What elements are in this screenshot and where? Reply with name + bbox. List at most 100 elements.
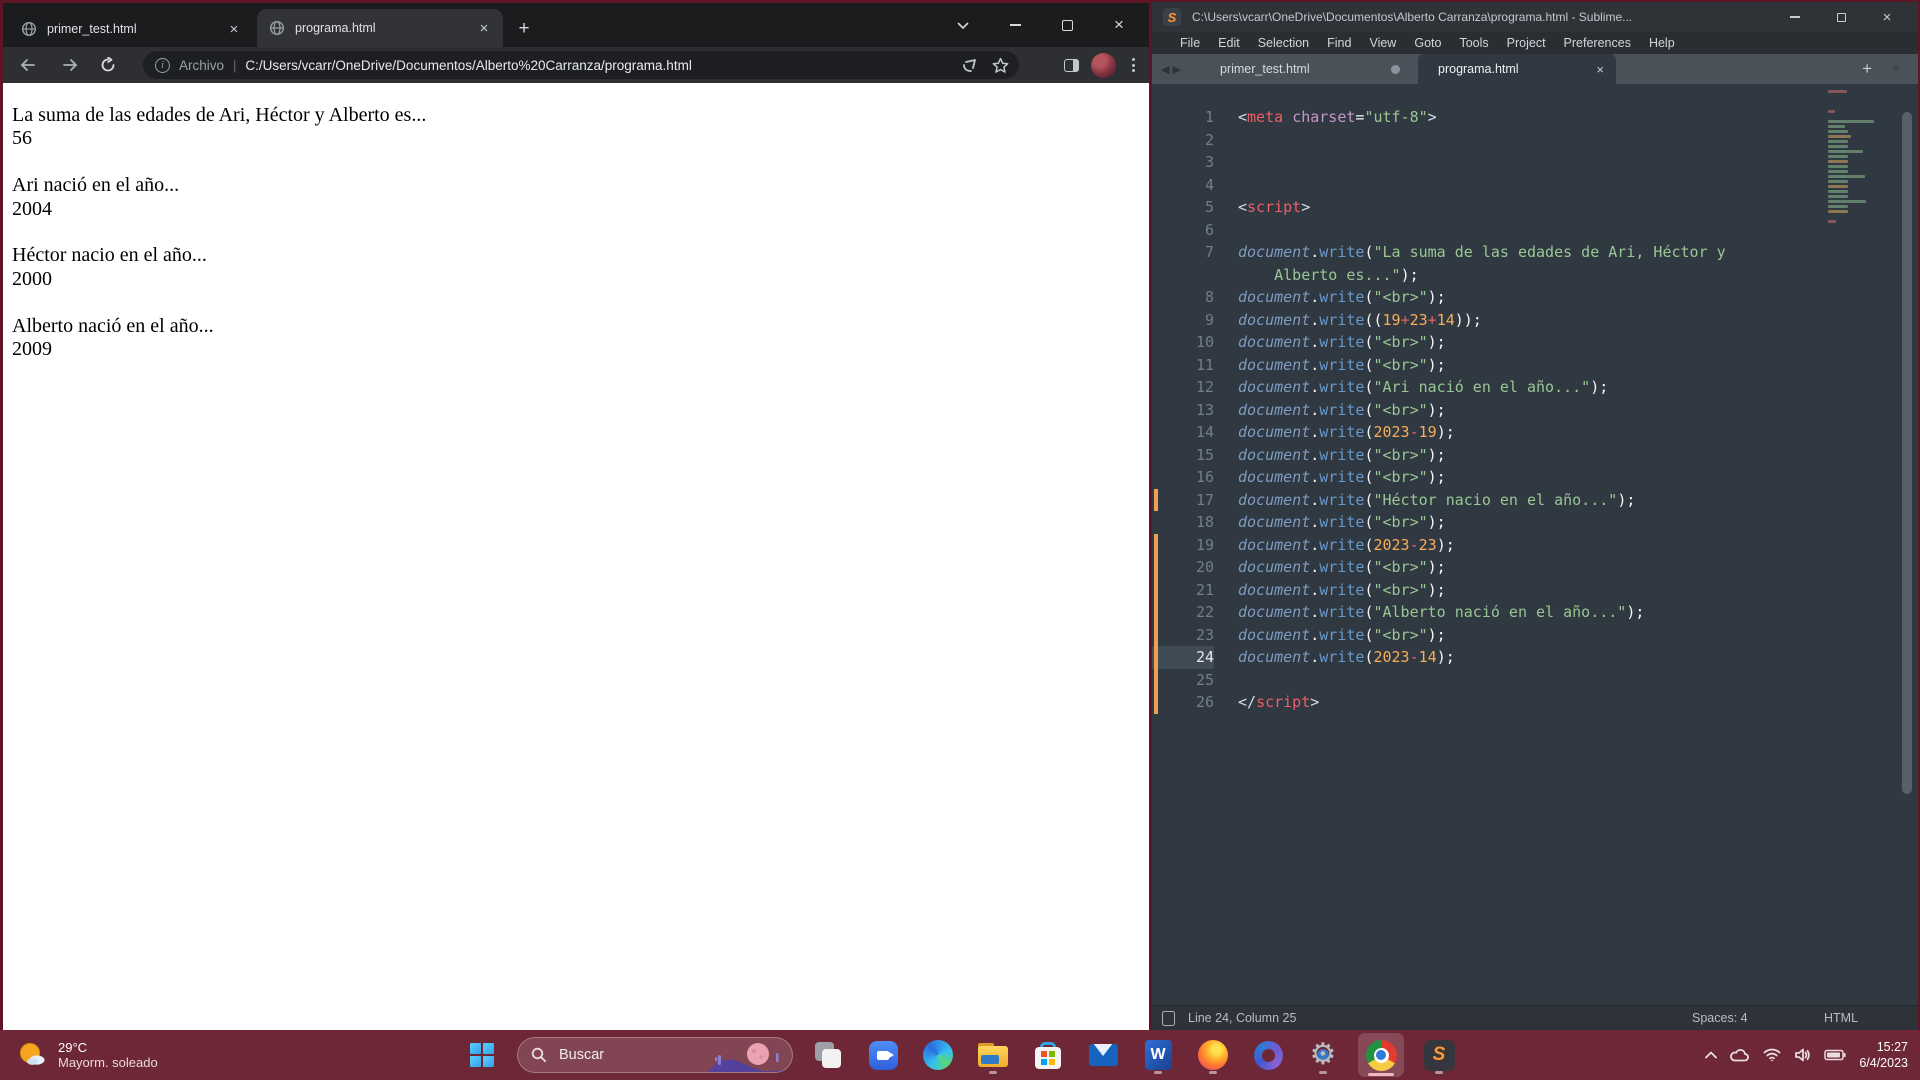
url-text[interactable]: C:/Users/vcarr/OneDrive/Documentos/Alber…: [245, 58, 691, 73]
line-number: 10: [1195, 333, 1214, 351]
browser-toolbar: i Archivo | C:/Users/vcarr/OneDrive/Docu…: [3, 47, 1149, 83]
code-line-4[interactable]: 4: [1152, 174, 1918, 197]
code-line-3[interactable]: 3: [1152, 151, 1918, 174]
volume-icon[interactable]: [1794, 1048, 1811, 1062]
modified-line-marker: [1154, 623, 1158, 646]
tab-close-icon[interactable]: ×: [225, 20, 243, 38]
bookmark-star-icon[interactable]: [992, 57, 1009, 74]
code-line-22[interactable]: 22 document.write("Alberto nació en el añ…: [1152, 601, 1918, 624]
code-line-26[interactable]: 26 </script>: [1152, 691, 1918, 714]
code-line-25[interactable]: 25: [1152, 668, 1918, 691]
browser-minimize-button[interactable]: [989, 3, 1041, 47]
tab-search-chevron-icon[interactable]: [937, 3, 989, 47]
menu-find[interactable]: Find: [1318, 36, 1360, 50]
sublime-minimize-button[interactable]: [1772, 2, 1818, 32]
sublime-button[interactable]: S: [1419, 1035, 1459, 1075]
browser-maximize-button[interactable]: [1041, 3, 1093, 47]
new-tab-button[interactable]: +: [511, 16, 537, 42]
menu-tools[interactable]: Tools: [1450, 36, 1497, 50]
menu-goto[interactable]: Goto: [1405, 36, 1450, 50]
tab-next-icon[interactable]: ▶: [1172, 63, 1180, 76]
code-line-7[interactable]: 7 document.write("La suma de las edades d…: [1152, 241, 1918, 286]
tab-prev-icon[interactable]: ◀: [1161, 63, 1169, 76]
code-editor[interactable]: 1 <meta charset="utf-8"> 2 3 4 5 <script> 6 7 doc…: [1152, 84, 1918, 1005]
code-line-14[interactable]: 14 document.write(2023-19);: [1152, 421, 1918, 444]
share-icon[interactable]: [961, 57, 978, 74]
menu-project[interactable]: Project: [1498, 36, 1555, 50]
sublime-tab-programa[interactable]: programa.html ×: [1418, 54, 1616, 84]
code-line-11[interactable]: 11 document.write("<br>");: [1152, 354, 1918, 377]
browser-menu-icon[interactable]: [1128, 54, 1139, 76]
start-button[interactable]: [462, 1035, 502, 1075]
screen: primer_test.html × programa.html × + × i…: [0, 0, 1920, 1080]
chat-button[interactable]: [863, 1035, 903, 1075]
sublime-close-button[interactable]: ×: [1864, 2, 1910, 32]
code-line-6[interactable]: 6: [1152, 219, 1918, 242]
reload-button[interactable]: [93, 50, 123, 80]
indentation-setting[interactable]: Spaces: 4: [1692, 1011, 1748, 1025]
menu-edit[interactable]: Edit: [1209, 36, 1249, 50]
page-info-icon[interactable]: i: [155, 57, 170, 73]
browser-close-button[interactable]: ×: [1093, 3, 1145, 47]
tab-close-icon[interactable]: ×: [1596, 62, 1604, 77]
clock-widget[interactable]: 15:27 6/4/2023: [1859, 1039, 1908, 1071]
microsoft-store-button[interactable]: [1028, 1035, 1068, 1075]
menu-selection[interactable]: Selection: [1249, 36, 1318, 50]
word-button[interactable]: W: [1138, 1035, 1178, 1075]
code-line-9[interactable]: 9 document.write((19+23+14));: [1152, 309, 1918, 332]
code-line-10[interactable]: 10 document.write("<br>");: [1152, 331, 1918, 354]
file-explorer-button[interactable]: [973, 1035, 1013, 1075]
code-line-23[interactable]: 23 document.write("<br>");: [1152, 623, 1918, 646]
code-line-19[interactable]: 19 document.write(2023-23);: [1152, 533, 1918, 556]
code-line-24[interactable]: 24 document.write(2023-14);: [1152, 646, 1918, 669]
code-line-2[interactable]: 2: [1152, 129, 1918, 152]
menu-file[interactable]: File: [1171, 36, 1209, 50]
code-line-21[interactable]: 21 document.write("<br>");: [1152, 578, 1918, 601]
code-line-13[interactable]: 13 document.write("<br>");: [1152, 399, 1918, 422]
wifi-icon[interactable]: [1763, 1048, 1781, 1062]
browser-tab-programa[interactable]: programa.html ×: [257, 9, 503, 47]
code-line-16[interactable]: 16 document.write("<br>");: [1152, 466, 1918, 489]
back-button[interactable]: [13, 50, 43, 80]
sublime-tab-primer-test[interactable]: primer_test.html: [1190, 54, 1416, 84]
tab-close-icon[interactable]: ×: [475, 19, 493, 37]
menu-preferences[interactable]: Preferences: [1555, 36, 1640, 50]
menu-view[interactable]: View: [1360, 36, 1405, 50]
code-line-18[interactable]: 18 document.write("<br>");: [1152, 511, 1918, 534]
code-text: document.write("<br>");: [1238, 400, 1446, 419]
search-box[interactable]: Buscar: [517, 1037, 793, 1073]
editor-scrollbar[interactable]: [1902, 112, 1912, 794]
new-file-button[interactable]: +: [1862, 54, 1872, 84]
code-line-17[interactable]: 17 document.write("Héctor nacio en el año…: [1152, 488, 1918, 511]
code-line-1[interactable]: 1 <meta charset="utf-8">: [1152, 106, 1918, 129]
weather-widget[interactable]: 29°C Mayorm. soleado: [16, 1030, 158, 1080]
status-panel-icon[interactable]: [1162, 1010, 1175, 1026]
forward-button[interactable]: [55, 50, 85, 80]
minimap[interactable]: [1828, 90, 1890, 225]
firefox-button[interactable]: [1193, 1035, 1233, 1075]
profile-avatar[interactable]: [1091, 52, 1116, 78]
tab-overflow-icon[interactable]: ▼: [1890, 54, 1902, 84]
code-line-8[interactable]: 8 document.write("<br>");: [1152, 286, 1918, 309]
code-line-20[interactable]: 20 document.write("<br>");: [1152, 556, 1918, 579]
settings-gear-icon: ⚙: [1309, 1037, 1337, 1072]
menu-help[interactable]: Help: [1640, 36, 1684, 50]
hidden-icons-chevron[interactable]: [1705, 1051, 1718, 1059]
office-button[interactable]: [1248, 1035, 1288, 1075]
modified-line-marker: [1154, 646, 1158, 669]
address-bar[interactable]: i Archivo | C:/Users/vcarr/OneDrive/Docu…: [143, 51, 1019, 79]
chrome-button[interactable]: [1358, 1033, 1404, 1077]
sublime-maximize-button[interactable]: [1818, 2, 1864, 32]
mail-button[interactable]: [1083, 1035, 1123, 1075]
code-line-15[interactable]: 15 document.write("<br>");: [1152, 444, 1918, 467]
browser-tab-primer-test[interactable]: primer_test.html ×: [9, 11, 253, 47]
syntax-setting[interactable]: HTML: [1824, 1011, 1858, 1025]
task-view-button[interactable]: [808, 1035, 848, 1075]
side-panel-icon[interactable]: [1064, 58, 1079, 72]
onedrive-cloud-icon[interactable]: [1730, 1048, 1750, 1062]
settings-button[interactable]: ⚙: [1303, 1035, 1343, 1075]
battery-icon[interactable]: [1824, 1049, 1846, 1061]
code-line-12[interactable]: 12 document.write("Ari nació en el año...…: [1152, 376, 1918, 399]
edge-button[interactable]: [918, 1035, 958, 1075]
code-line-5[interactable]: 5 <script>: [1152, 196, 1918, 219]
